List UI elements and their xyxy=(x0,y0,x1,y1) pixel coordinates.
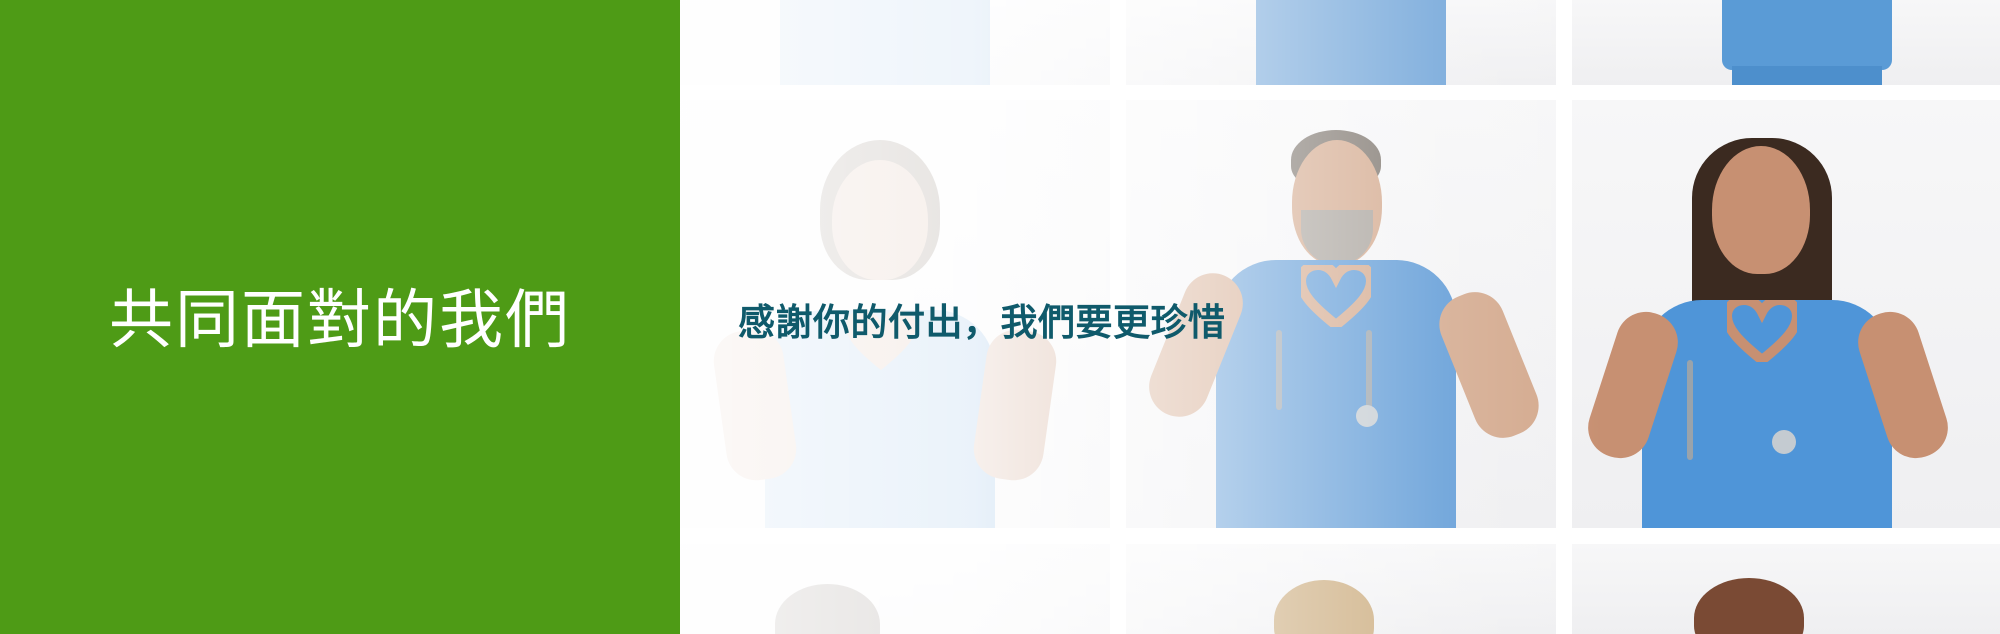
banner-tagline: 感謝你的付出，我們要更珍惜 xyxy=(738,301,1226,344)
photo-tile-nurse-bottom-right xyxy=(1572,544,2000,634)
photo-tile-nurse-heart-hands-right xyxy=(1572,100,2000,528)
photo-tile-nurse-top-right xyxy=(1572,0,2000,85)
banner-title: 共同面對的我們 xyxy=(109,284,571,358)
hero-banner: 共同面對的我們 感謝你的付出，我們要更珍惜 xyxy=(0,0,2000,634)
photo-tile-nurse-bottom-left xyxy=(680,544,1110,634)
photo-tile-nurse-top-center xyxy=(1126,0,1556,85)
photo-tile-nurse-top-left xyxy=(680,0,1110,85)
photo-tile-nurse-bottom-center xyxy=(1126,544,1556,634)
title-panel: 共同面對的我們 xyxy=(0,0,680,634)
